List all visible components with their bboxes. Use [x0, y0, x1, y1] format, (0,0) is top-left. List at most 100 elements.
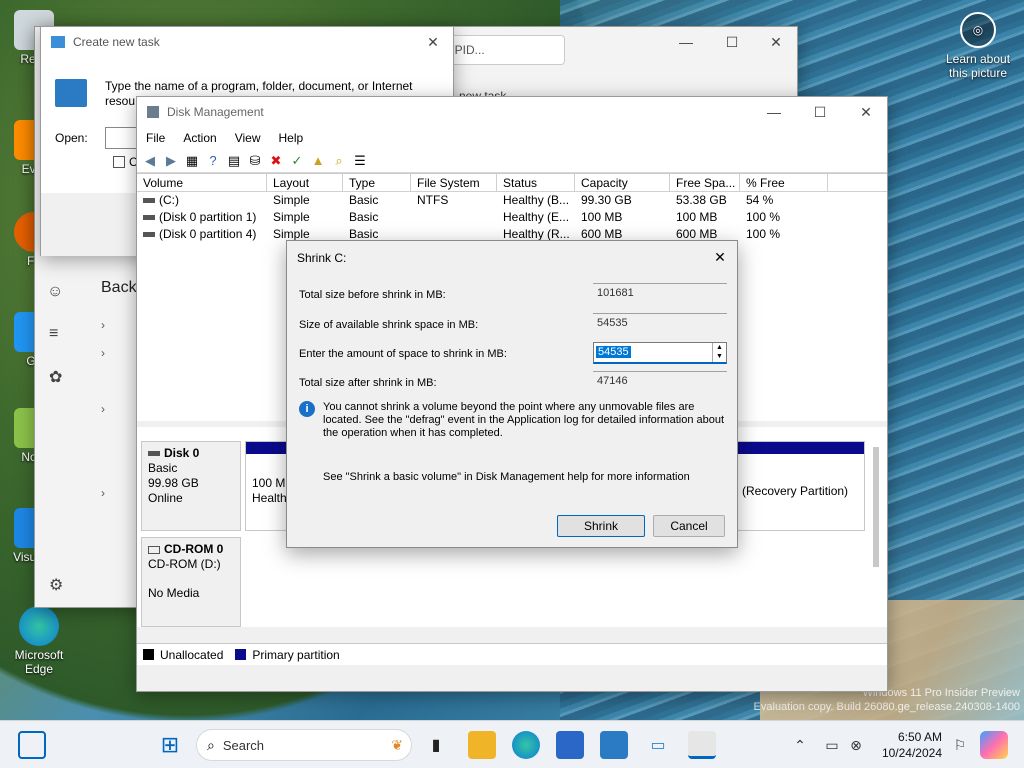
learn-about-picture[interactable]: ◎ Learn about this picture	[940, 12, 1016, 80]
maximize-button[interactable]: ☐	[709, 27, 755, 57]
col-volume[interactable]: Volume	[137, 174, 267, 191]
copilot-icon[interactable]	[980, 731, 1008, 759]
disk-management-icon[interactable]	[688, 731, 716, 759]
open-label: Open:	[55, 131, 88, 145]
file-explorer-icon[interactable]	[468, 731, 496, 759]
info-icon: i	[299, 401, 315, 417]
cdrom-0-label[interactable]: CD-ROM 0 CD-ROM (D:) No Media	[141, 537, 241, 627]
dialog-title-bar: Create new task	[41, 27, 453, 57]
disk-management-icon	[147, 106, 159, 118]
taskbar-search[interactable]: ⌕ Search ❦	[196, 729, 412, 761]
folder-up-icon[interactable]: ▲	[309, 152, 327, 170]
primary-swatch	[235, 649, 247, 660]
col-status[interactable]: Status	[497, 174, 575, 191]
legend: Unallocated Primary partition	[137, 643, 887, 665]
close-button[interactable]: ✕	[413, 27, 453, 57]
run-icon[interactable]: ▭	[644, 731, 672, 759]
details-icon[interactable]: ≡	[49, 325, 58, 343]
help-icon[interactable]: ?	[204, 152, 222, 170]
col-percent-free[interactable]: % Free	[740, 174, 828, 191]
back-icon[interactable]: ◀	[141, 152, 159, 170]
search-highlight-icon: ❦	[391, 736, 403, 753]
col-file-system[interactable]: File System	[411, 174, 497, 191]
spin-down-icon[interactable]: ▼	[713, 352, 726, 361]
total-after-label: Total size after shrink in MB:	[299, 377, 437, 389]
table-row[interactable]: (C:) Simple Basic NTFS Healthy (B... 99.…	[137, 192, 887, 209]
graph-scrollbar[interactable]	[873, 447, 879, 567]
edge-icon[interactable]	[512, 731, 540, 759]
enter-amount-label: Enter the amount of space to shrink in M…	[299, 348, 507, 360]
edge-icon	[19, 606, 59, 646]
disk-0-label[interactable]: Disk 0 Basic 99.98 GB Online	[141, 441, 241, 531]
maximize-button[interactable]: ☐	[797, 97, 843, 127]
toolbar: ◀ ▶ ▦ ? ▤ ⛁ ✖ ✓ ▲ ⌕ ☰	[137, 149, 887, 173]
volume-list-header: Volume Layout Type File System Status Ca…	[137, 174, 887, 192]
shrink-button[interactable]: Shrink	[557, 515, 645, 537]
shrink-dialog[interactable]: Shrink C: ✕ Total size before shrink in …	[286, 240, 738, 548]
users-icon[interactable]: ☺	[47, 283, 63, 301]
shrink-amount-spinner[interactable]: ▲ ▼	[712, 343, 726, 362]
run-program-icon	[55, 79, 87, 107]
disk-icon	[148, 451, 160, 457]
col-capacity[interactable]: Capacity	[575, 174, 670, 191]
widgets-icon[interactable]	[18, 731, 46, 759]
volume-icon	[143, 215, 155, 221]
expand-chevron-icon[interactable]: ›	[101, 339, 135, 367]
expand-chevron-icon[interactable]: ›	[101, 395, 135, 423]
close-button[interactable]: ✕	[753, 27, 799, 57]
col-layout[interactable]: Layout	[267, 174, 343, 191]
close-button[interactable]: ✕	[707, 245, 733, 269]
partition-recovery[interactable]: (Recovery Partition)	[742, 484, 848, 498]
start-button[interactable]: ⊞	[156, 731, 184, 759]
properties-icon[interactable]: ▤	[225, 152, 243, 170]
clock[interactable]: 6:50 AM 10/24/2024	[872, 729, 942, 761]
chevron-up-icon[interactable]: ⌃	[786, 731, 814, 759]
task-view-icon[interactable]: ▮	[422, 731, 450, 759]
info-text: You cannot shrink a volume beyond the po…	[323, 401, 725, 439]
task-manager-icon[interactable]	[600, 731, 628, 759]
run-admin-checkbox[interactable]: C	[113, 155, 138, 169]
total-before-value: 101681	[593, 283, 727, 305]
store-icon[interactable]	[556, 731, 584, 759]
volume-icon	[143, 232, 155, 238]
connect-disk-icon[interactable]: ⛁	[246, 152, 264, 170]
minimize-button[interactable]: —	[663, 27, 709, 57]
minimize-button[interactable]: —	[751, 97, 797, 127]
notification-icon[interactable]: ⚐	[946, 731, 974, 759]
col-free-space[interactable]: Free Spa...	[670, 174, 740, 191]
expand-chevron-icon[interactable]: ›	[101, 479, 135, 507]
dialog-title: Shrink C:	[297, 251, 347, 265]
volume-muted-icon[interactable]: ⊗	[842, 731, 870, 759]
search-icon: ⌕	[207, 736, 215, 753]
search-folder-icon[interactable]: ⌕	[330, 152, 348, 170]
menu-action[interactable]: Action	[174, 131, 225, 145]
col-type[interactable]: Type	[343, 174, 411, 191]
settings-icon[interactable]: ⚙	[49, 575, 63, 595]
menu-help[interactable]: Help	[270, 131, 313, 145]
console-tree-icon[interactable]: ▦	[183, 152, 201, 170]
delete-icon[interactable]: ✖	[267, 152, 285, 170]
menu-view[interactable]: View	[226, 131, 270, 145]
check-icon[interactable]: ✓	[288, 152, 306, 170]
shrink-amount-input[interactable]: 54535 ▲ ▼	[593, 342, 727, 364]
table-row[interactable]: (Disk 0 partition 1) Simple Basic Health…	[137, 209, 887, 226]
cdrom-icon	[148, 545, 160, 554]
run-icon	[51, 36, 65, 48]
cancel-button[interactable]: Cancel	[653, 515, 725, 537]
desktop-icon-edge[interactable]: Microsoft Edge	[6, 606, 72, 676]
spin-up-icon[interactable]: ▲	[713, 343, 726, 352]
help-text: See "Shrink a basic volume" in Disk Mana…	[323, 471, 690, 483]
forward-icon[interactable]: ▶	[162, 152, 180, 170]
menu-file[interactable]: File	[137, 131, 174, 145]
available-label: Size of available shrink space in MB:	[299, 319, 479, 331]
process-list: › › › ›	[101, 311, 135, 507]
total-before-label: Total size before shrink in MB:	[299, 289, 446, 301]
camera-icon: ◎	[960, 12, 996, 48]
expand-chevron-icon[interactable]: ›	[101, 311, 135, 339]
close-button[interactable]: ✕	[843, 97, 889, 127]
taskbar: ⊞ ⌕ Search ❦ ▮ ▭ ⌃ ▭ ⊗ 6:50 AM 10/24/202…	[0, 720, 1024, 768]
unallocated-swatch	[143, 649, 154, 660]
services-icon[interactable]: ✿	[49, 367, 62, 387]
list-view-icon[interactable]: ☰	[351, 152, 369, 170]
available-value: 54535	[593, 313, 727, 335]
